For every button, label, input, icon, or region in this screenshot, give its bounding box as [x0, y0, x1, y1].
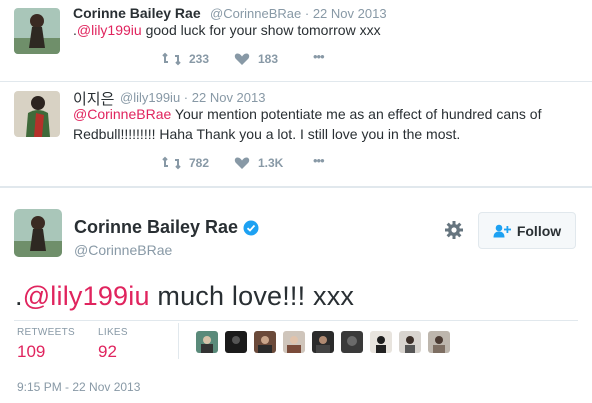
author-name[interactable]: Corinne Bailey Rae [73, 5, 201, 21]
liker-avatar[interactable] [283, 331, 305, 353]
avatar[interactable] [14, 91, 60, 137]
liker-avatar[interactable] [196, 331, 218, 353]
like-button[interactable]: 1.3K [234, 156, 283, 170]
liker-avatar[interactable] [399, 331, 421, 353]
heart-icon [234, 53, 250, 65]
verified-icon [243, 220, 259, 235]
liker-avatar[interactable] [254, 331, 276, 353]
retweets-count: 109 [17, 342, 46, 361]
author-handle[interactable]: @lily199iu · 22 Nov 2013 [120, 90, 265, 105]
author-handle[interactable]: @CorinneBRae · 22 Nov 2013 [210, 6, 387, 21]
likers-list [196, 331, 450, 353]
divider [0, 186, 592, 188]
author-name-row[interactable]: Corinne Bailey Rae [74, 217, 259, 238]
liker-avatar[interactable] [225, 331, 247, 353]
retweet-icon [162, 156, 181, 170]
tweet-text: .@lily199iu good luck for your show tomo… [73, 22, 381, 38]
likes-label: LIKES [98, 327, 128, 338]
likes-count: 92 [98, 342, 117, 361]
retweet-count: 782 [189, 156, 210, 170]
divider [0, 81, 592, 82]
like-count: 1.3K [258, 156, 284, 170]
retweets-stat[interactable]: RETWEETS 109 [17, 327, 75, 362]
author-name: Corinne Bailey Rae [74, 217, 239, 237]
avatar-image [14, 209, 62, 257]
retweet-button[interactable]: 782 [162, 156, 209, 170]
liker-avatar[interactable] [312, 331, 334, 353]
avatar[interactable] [14, 209, 62, 257]
handle-text: @lily199iu [120, 90, 181, 105]
tweet-timestamp[interactable]: 9:15 PM - 22 Nov 2013 [17, 380, 140, 394]
follow-button[interactable]: Follow [478, 212, 576, 249]
author-handle[interactable]: @CorinneBRae [74, 242, 172, 258]
tweet-date[interactable]: 22 Nov 2013 [192, 90, 266, 105]
mention-link[interactable]: @lily199iu [23, 281, 150, 311]
mention-link[interactable]: @CorinneBRae [73, 106, 171, 122]
heart-icon [234, 157, 250, 169]
tweet-text: @CorinneBRae Your mention potentiate me … [73, 106, 542, 122]
retweet-icon [162, 52, 181, 66]
likes-stat[interactable]: LIKES 92 [98, 327, 128, 362]
gear-icon[interactable] [444, 220, 464, 245]
avatar-image [14, 91, 60, 137]
more-icon[interactable]: ••• [313, 153, 325, 168]
follow-label: Follow [516, 222, 562, 239]
liker-avatar[interactable] [341, 331, 363, 353]
liker-avatar[interactable] [370, 331, 392, 353]
like-button[interactable]: 183 [234, 52, 278, 66]
mention-link[interactable]: @lily199iu [77, 22, 142, 38]
retweet-count: 233 [189, 52, 210, 66]
avatar-image [14, 8, 60, 54]
tweet-text-line2: Redbull!!!!!!!!! Haha Thank you a lot. I… [73, 126, 461, 142]
retweet-button[interactable]: 233 [162, 52, 209, 66]
liker-avatar[interactable] [428, 331, 450, 353]
tweet-date[interactable]: 22 Nov 2013 [313, 6, 387, 21]
retweets-label: RETWEETS [17, 327, 75, 338]
handle-text: @CorinneBRae [210, 6, 302, 21]
divider [14, 320, 578, 321]
avatar[interactable] [14, 8, 60, 54]
follow-user-icon [493, 224, 511, 237]
like-count: 183 [258, 52, 279, 66]
stat-divider [178, 323, 179, 359]
more-icon[interactable]: ••• [313, 49, 325, 64]
tweet-text: .@lily199iu much love!!! xxx [15, 281, 355, 311]
